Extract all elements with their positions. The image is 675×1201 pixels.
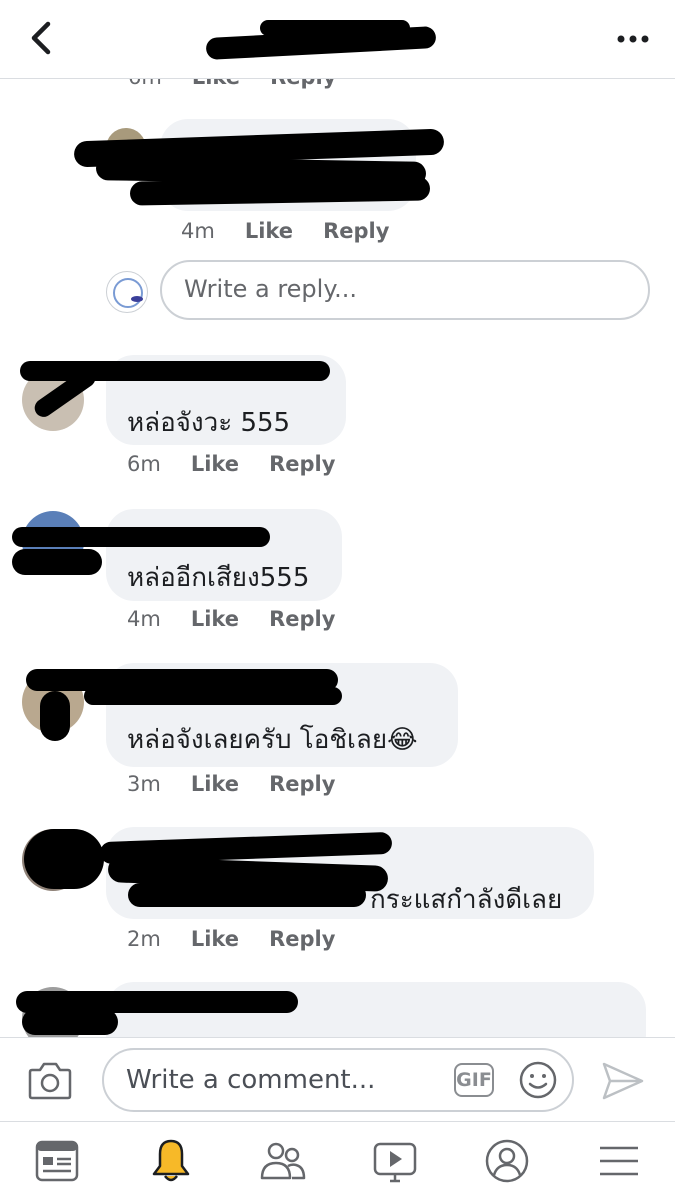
comment-meta: 4m Like Reply	[127, 607, 335, 631]
comment-meta: 6m Like Reply	[128, 79, 336, 89]
redaction-mark	[84, 687, 342, 705]
like-button[interactable]: Like	[191, 772, 239, 796]
like-button[interactable]: Like	[245, 219, 293, 243]
comment-time: 4m	[127, 607, 161, 631]
comment-composer: GIF	[0, 1037, 675, 1122]
comment-meta: 2m Like Reply	[127, 927, 335, 951]
nav-menu[interactable]	[594, 1136, 644, 1186]
reply-button[interactable]: Reply	[269, 772, 335, 796]
back-button[interactable]	[22, 18, 62, 58]
nav-news-feed[interactable]	[32, 1136, 82, 1186]
news-feed-icon	[35, 1140, 79, 1182]
reply-input[interactable]	[182, 274, 626, 304]
camera-button[interactable]	[26, 1058, 74, 1102]
redaction-mark	[128, 883, 366, 907]
redaction-mark	[260, 20, 410, 36]
like-button[interactable]: Like	[191, 927, 239, 951]
reply-button[interactable]: Reply	[269, 607, 335, 631]
top-bar	[0, 0, 675, 79]
like-button[interactable]: Like	[192, 79, 240, 89]
comment-meta: 6m Like Reply	[127, 452, 335, 476]
nav-groups[interactable]	[258, 1136, 308, 1186]
redaction-mark	[24, 829, 104, 889]
redaction-mark	[12, 549, 102, 575]
menu-icon	[600, 1146, 638, 1176]
page-logo-icon	[113, 278, 143, 308]
comment-time: 6m	[128, 79, 162, 89]
more-options-button[interactable]	[613, 24, 653, 54]
comment-time: 4m	[181, 219, 215, 243]
nav-notifications[interactable]	[146, 1136, 196, 1186]
comment-meta: 3m Like Reply	[127, 772, 335, 796]
emoji-button[interactable]	[518, 1060, 558, 1100]
comment-list[interactable]: 6m Like Reply 4m Like Reply หล่อจังวะ 55…	[0, 79, 675, 1037]
groups-icon	[260, 1142, 306, 1180]
comment-text: หล่อจังวะ 555	[127, 408, 291, 438]
nav-profile[interactable]	[482, 1136, 532, 1186]
comment-text: กระแสกำลังดีเลย	[370, 885, 563, 915]
comment-meta: 4m Like Reply	[181, 219, 389, 243]
redaction-mark	[40, 691, 70, 741]
gif-button[interactable]: GIF	[454, 1063, 494, 1097]
comment-time: 6m	[127, 452, 161, 476]
redaction-mark	[12, 527, 270, 547]
comment-input-box[interactable]: GIF	[102, 1048, 574, 1112]
redaction-mark	[22, 1009, 118, 1035]
comment-time: 2m	[127, 927, 161, 951]
comment-time: 3m	[127, 772, 161, 796]
profile-icon	[485, 1139, 529, 1183]
bottom-navigation	[0, 1121, 675, 1201]
chevron-left-icon	[31, 21, 51, 55]
reply-button[interactable]: Reply	[270, 79, 336, 89]
reply-button[interactable]: Reply	[323, 219, 389, 243]
camera-icon	[28, 1062, 72, 1100]
reply-input-box[interactable]	[160, 260, 650, 320]
nav-watch[interactable]	[370, 1136, 420, 1186]
send-button[interactable]	[600, 1060, 646, 1102]
more-dots-icon	[617, 35, 649, 43]
watch-video-icon	[373, 1142, 417, 1183]
reply-button[interactable]: Reply	[269, 452, 335, 476]
emoji-icon	[519, 1061, 557, 1099]
comment-text: หล่อจังเลยครับ โอชิเลย😂	[127, 725, 418, 755]
redaction-mark	[20, 361, 330, 381]
comment-input[interactable]	[124, 1064, 448, 1096]
user-avatar[interactable]	[106, 271, 148, 313]
send-icon	[602, 1062, 644, 1100]
like-button[interactable]: Like	[191, 607, 239, 631]
page-title	[200, 18, 440, 61]
notifications-bell-icon	[152, 1139, 190, 1182]
like-button[interactable]: Like	[191, 452, 239, 476]
reply-button[interactable]: Reply	[269, 927, 335, 951]
comment-text: หล่ออีกเสียง555	[127, 563, 310, 593]
